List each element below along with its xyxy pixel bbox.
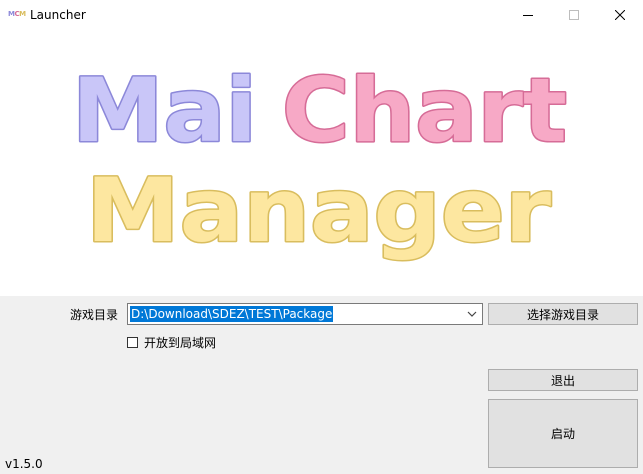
chevron-down-icon[interactable] xyxy=(467,310,477,318)
minimize-button[interactable] xyxy=(505,0,551,30)
exit-button[interactable]: 退出 xyxy=(488,369,638,391)
lan-checkbox-label[interactable]: 开放到局域网 xyxy=(144,334,216,351)
lan-checkbox-row[interactable]: 开放到局域网 xyxy=(127,334,216,350)
game-dir-label: 游戏目录 xyxy=(70,308,119,322)
logo-word-mai: Mai xyxy=(72,59,257,162)
logo-banner: Mai Chart Manager xyxy=(0,31,643,296)
game-dir-value[interactable]: D:\Download\SDEZ\TEST\Package xyxy=(130,306,334,322)
close-icon xyxy=(615,10,625,20)
logo-word-manager: Manager xyxy=(86,159,552,262)
app-logo-letter-3: M xyxy=(19,10,26,18)
app-logo-icon: MCM xyxy=(8,10,26,18)
logo-word-chart: Chart xyxy=(282,59,567,162)
maximize-button[interactable] xyxy=(551,0,597,30)
close-button[interactable] xyxy=(597,0,643,30)
minimize-icon xyxy=(523,15,533,16)
start-button[interactable]: 启动 xyxy=(488,399,638,468)
title-bar[interactable]: MCM Launcher xyxy=(0,0,643,31)
version-label: v1.5.0 xyxy=(5,457,43,471)
maximize-icon xyxy=(569,10,579,20)
choose-game-dir-button[interactable]: 选择游戏目录 xyxy=(488,303,638,325)
lan-checkbox[interactable] xyxy=(127,336,138,348)
game-dir-combobox[interactable]: D:\Download\SDEZ\TEST\Package xyxy=(127,303,483,325)
window-title: Launcher xyxy=(30,8,86,22)
launcher-window: MCM Launcher Mai Chart Manager 游戏目录 D:\D… xyxy=(0,0,643,474)
mai-chart-manager-logo: Mai Chart Manager xyxy=(71,58,569,264)
